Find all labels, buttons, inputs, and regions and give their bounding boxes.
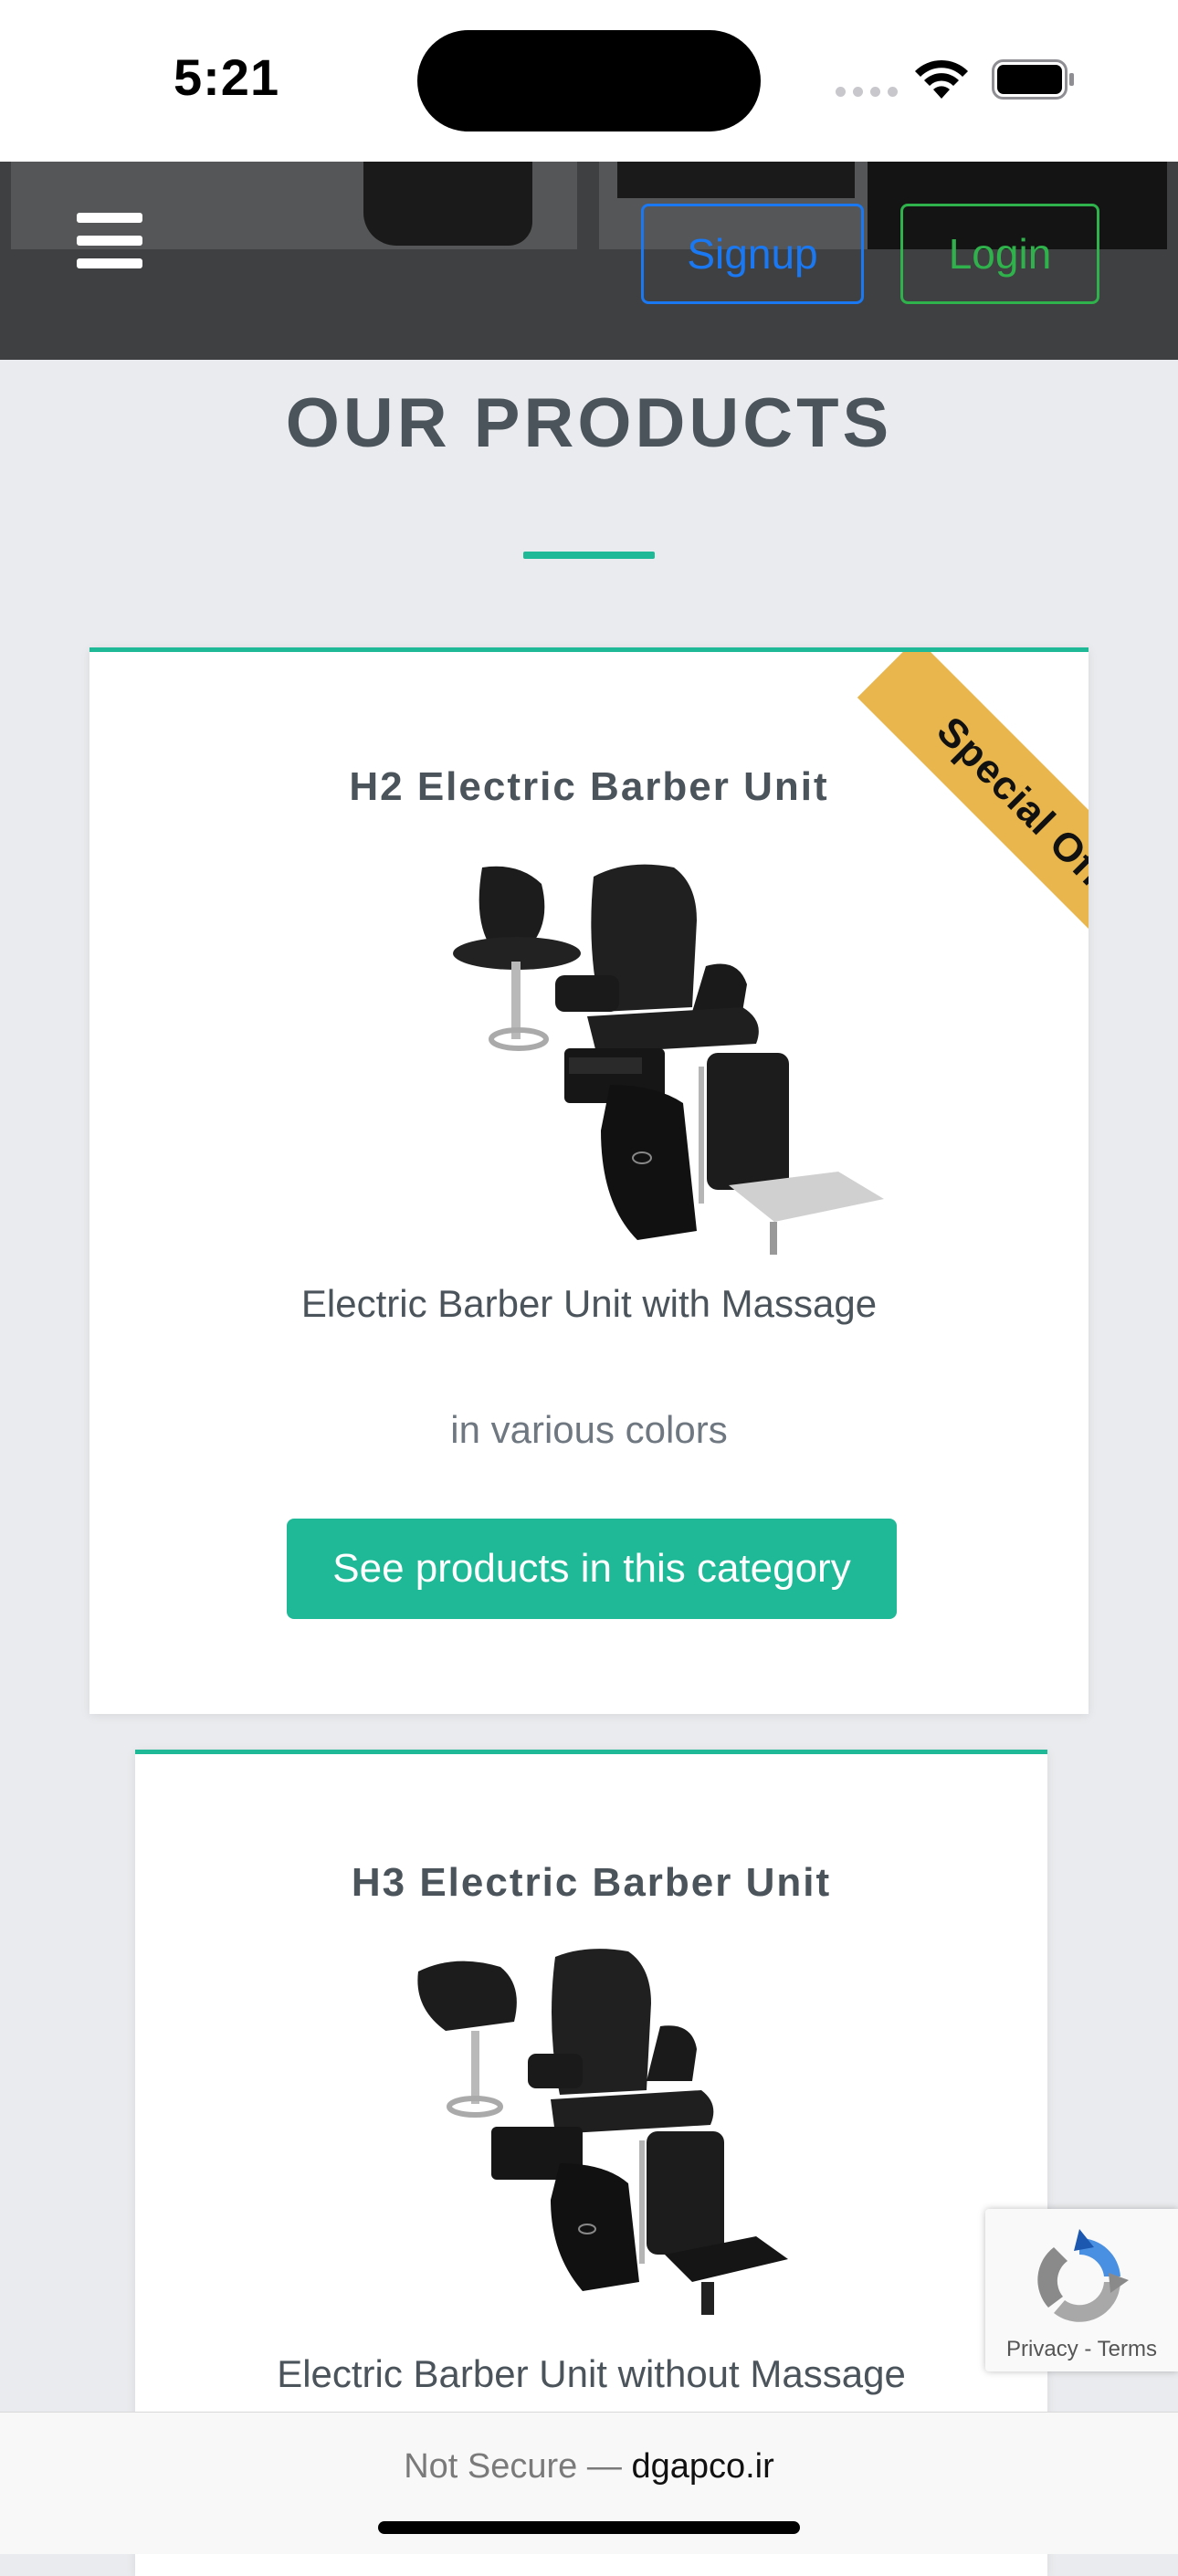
status-bar: 5:21 <box>0 0 1178 162</box>
signup-button[interactable]: Signup <box>641 204 864 304</box>
cellular-signal-icon <box>836 87 898 97</box>
recaptcha-badge[interactable]: Privacy - Terms <box>985 2209 1178 2371</box>
product-description: Electric Barber Unit with Massage <box>300 1282 878 1325</box>
security-status: Not Secure — <box>404 2447 622 2486</box>
site-header: Signup Login <box>0 162 1178 360</box>
battery-icon <box>992 59 1074 100</box>
section-title: OUR PRODUCTS <box>285 384 893 462</box>
product-title: H2 Electric Barber Unit <box>349 764 829 809</box>
browser-address-bar[interactable]: Not Secure — dgapco.ir <box>0 2412 1178 2554</box>
see-products-button[interactable]: See products in this category <box>287 1519 897 1619</box>
barber-chair-image[interactable] <box>400 1944 802 2318</box>
product-title: H3 Electric Barber Unit <box>351 1860 832 1905</box>
url-domain: dgapco.ir <box>631 2447 774 2486</box>
hamburger-menu-icon[interactable] <box>77 213 142 269</box>
product-description: Electric Barber Unit without Massage <box>277 2352 906 2395</box>
wifi-icon <box>915 59 968 99</box>
login-button[interactable]: Login <box>900 204 1099 304</box>
barber-chair-image[interactable] <box>382 857 893 1255</box>
product-subtitle: in various colors <box>450 1408 728 1451</box>
dynamic-island <box>417 30 761 131</box>
title-underline <box>523 552 655 559</box>
status-time: 5:21 <box>174 48 280 106</box>
address-field[interactable]: Not Secure — dgapco.ir <box>0 2447 1178 2487</box>
home-indicator[interactable] <box>378 2521 800 2534</box>
recaptcha-privacy-terms-link[interactable]: Privacy - Terms <box>985 2337 1178 2362</box>
product-card: Special Offer H2 Electric Barber Unit El… <box>89 647 1089 1714</box>
recaptcha-icon <box>1037 2229 1129 2322</box>
